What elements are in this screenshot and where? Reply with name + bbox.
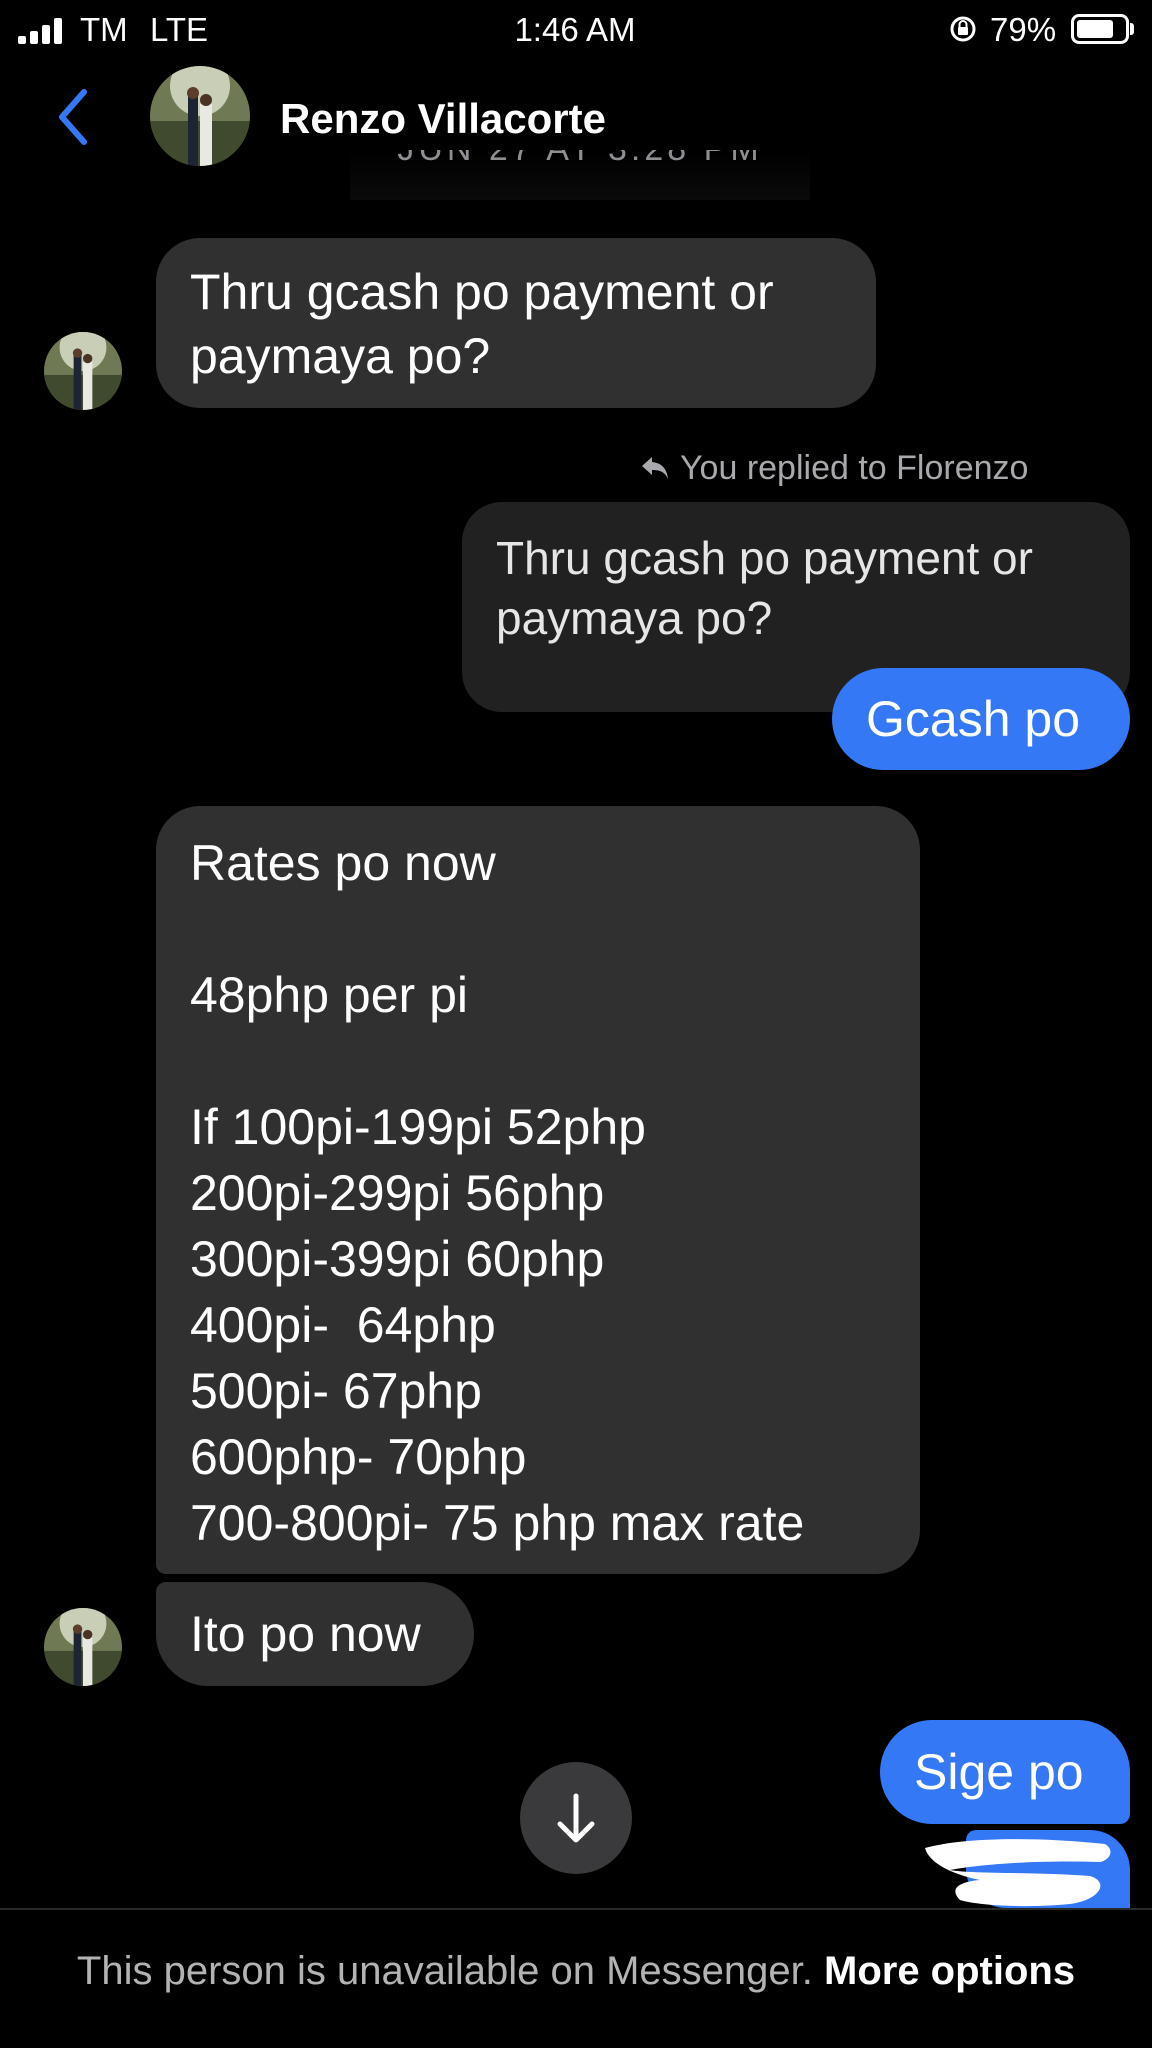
- unavailable-notice: This person is unavailable on Messenger.…: [60, 1946, 1092, 1996]
- scroll-to-bottom-button[interactable]: [520, 1762, 632, 1874]
- contact-name[interactable]: Renzo Villacorte: [280, 94, 606, 144]
- outgoing-message-bubble[interactable]: Sige po: [880, 1720, 1130, 1824]
- back-chevron-icon[interactable]: [52, 82, 92, 152]
- incoming-message-bubble[interactable]: Ito po now: [156, 1582, 474, 1686]
- contact-avatar[interactable]: [150, 66, 250, 166]
- date-divider-text: JUN 27 AT 3:28 PM: [397, 150, 762, 168]
- reply-label: You replied to Florenzo: [640, 446, 1028, 492]
- status-time: 1:46 AM: [514, 11, 636, 48]
- more-options-link[interactable]: More options: [824, 1949, 1075, 1993]
- redaction-mark: [920, 1830, 1120, 1910]
- unavailable-text: This person is unavailable on Messenger.: [76, 1949, 824, 1993]
- incoming-message-bubble[interactable]: Thru gcash po payment or paymaya po?: [156, 238, 876, 408]
- arrow-down-icon: [557, 1793, 595, 1843]
- incoming-message-bubble[interactable]: Rates po now 48php per pi If 100pi-199pi…: [156, 806, 920, 1574]
- sender-avatar[interactable]: [44, 332, 122, 410]
- outgoing-message-bubble[interactable]: Gcash po: [832, 668, 1130, 770]
- orientation-lock-icon: [948, 14, 978, 44]
- signal-strength-icon: [18, 18, 70, 44]
- sender-avatar[interactable]: [44, 1608, 122, 1686]
- footer-divider: [0, 1908, 1152, 1910]
- battery-percent: 79%: [990, 11, 1057, 48]
- network-label: LTE: [150, 11, 209, 48]
- reply-label-text: You replied to Florenzo: [680, 449, 1029, 487]
- reply-arrow-icon: [640, 448, 670, 492]
- battery-tip: [1130, 23, 1134, 35]
- battery-icon: [1071, 14, 1129, 44]
- date-divider: JUN 27 AT 3:28 PM: [350, 150, 810, 200]
- carrier-label: TM: [80, 11, 128, 48]
